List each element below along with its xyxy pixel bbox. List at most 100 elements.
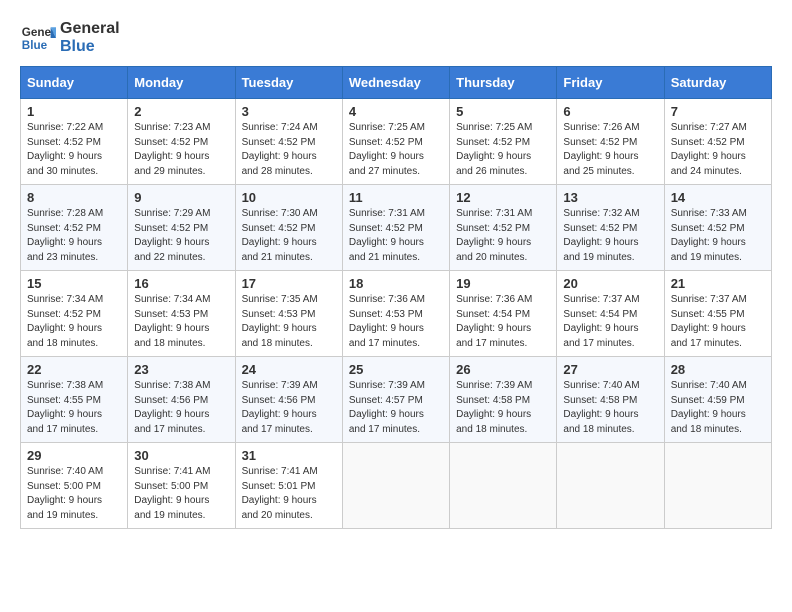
day-info: Sunrise: 7:39 AM Sunset: 4:57 PM Dayligh… bbox=[349, 379, 443, 437]
column-header-thursday: Thursday bbox=[450, 67, 557, 99]
day-number: 13 bbox=[563, 190, 657, 205]
calendar-cell: 13 Sunrise: 7:32 AM Sunset: 4:52 PM Dayl… bbox=[557, 185, 664, 271]
calendar-cell: 17 Sunrise: 7:35 AM Sunset: 4:53 PM Dayl… bbox=[235, 271, 342, 357]
sunset-label: Sunset: 4:53 PM bbox=[349, 309, 423, 320]
sunset-label: Sunset: 4:52 PM bbox=[349, 137, 423, 148]
sunset-label: Sunset: 4:52 PM bbox=[349, 223, 423, 234]
day-info: Sunrise: 7:41 AM Sunset: 5:01 PM Dayligh… bbox=[242, 465, 336, 523]
calendar-cell: 4 Sunrise: 7:25 AM Sunset: 4:52 PM Dayli… bbox=[342, 99, 449, 185]
calendar-cell: 7 Sunrise: 7:27 AM Sunset: 4:52 PM Dayli… bbox=[664, 99, 771, 185]
sunset-label: Sunset: 4:53 PM bbox=[242, 309, 316, 320]
day-number: 3 bbox=[242, 104, 336, 119]
sunset-label: Sunset: 4:54 PM bbox=[456, 309, 530, 320]
day-number: 24 bbox=[242, 362, 336, 377]
column-header-sunday: Sunday bbox=[21, 67, 128, 99]
daylight-label: Daylight: 9 hours and 17 minutes. bbox=[242, 409, 317, 435]
sunset-label: Sunset: 5:01 PM bbox=[242, 481, 316, 492]
day-number: 11 bbox=[349, 190, 443, 205]
page-header: General Blue General Blue bbox=[20, 20, 772, 56]
day-info: Sunrise: 7:40 AM Sunset: 5:00 PM Dayligh… bbox=[27, 465, 121, 523]
day-number: 26 bbox=[456, 362, 550, 377]
day-number: 8 bbox=[27, 190, 121, 205]
sunrise-label: Sunrise: 7:28 AM bbox=[27, 208, 103, 219]
day-number: 5 bbox=[456, 104, 550, 119]
sunrise-label: Sunrise: 7:38 AM bbox=[27, 380, 103, 391]
day-info: Sunrise: 7:39 AM Sunset: 4:58 PM Dayligh… bbox=[456, 379, 550, 437]
sunset-label: Sunset: 4:52 PM bbox=[134, 223, 208, 234]
sunset-label: Sunset: 4:52 PM bbox=[563, 223, 637, 234]
day-info: Sunrise: 7:33 AM Sunset: 4:52 PM Dayligh… bbox=[671, 207, 765, 265]
sunset-label: Sunset: 4:52 PM bbox=[242, 223, 316, 234]
day-info: Sunrise: 7:26 AM Sunset: 4:52 PM Dayligh… bbox=[563, 121, 657, 179]
day-number: 15 bbox=[27, 276, 121, 291]
day-number: 20 bbox=[563, 276, 657, 291]
calendar-cell bbox=[557, 443, 664, 529]
day-number: 16 bbox=[134, 276, 228, 291]
daylight-label: Daylight: 9 hours and 19 minutes. bbox=[134, 495, 209, 521]
daylight-label: Daylight: 9 hours and 17 minutes. bbox=[563, 323, 638, 349]
sunset-label: Sunset: 4:59 PM bbox=[671, 395, 745, 406]
day-info: Sunrise: 7:36 AM Sunset: 4:54 PM Dayligh… bbox=[456, 293, 550, 351]
day-info: Sunrise: 7:28 AM Sunset: 4:52 PM Dayligh… bbox=[27, 207, 121, 265]
day-info: Sunrise: 7:34 AM Sunset: 4:52 PM Dayligh… bbox=[27, 293, 121, 351]
day-number: 18 bbox=[349, 276, 443, 291]
sunrise-label: Sunrise: 7:25 AM bbox=[349, 122, 425, 133]
day-info: Sunrise: 7:32 AM Sunset: 4:52 PM Dayligh… bbox=[563, 207, 657, 265]
calendar-cell: 27 Sunrise: 7:40 AM Sunset: 4:58 PM Dayl… bbox=[557, 357, 664, 443]
calendar-cell: 3 Sunrise: 7:24 AM Sunset: 4:52 PM Dayli… bbox=[235, 99, 342, 185]
daylight-label: Daylight: 9 hours and 18 minutes. bbox=[671, 409, 746, 435]
daylight-label: Daylight: 9 hours and 18 minutes. bbox=[134, 323, 209, 349]
calendar-cell: 25 Sunrise: 7:39 AM Sunset: 4:57 PM Dayl… bbox=[342, 357, 449, 443]
day-number: 28 bbox=[671, 362, 765, 377]
sunrise-label: Sunrise: 7:23 AM bbox=[134, 122, 210, 133]
day-number: 4 bbox=[349, 104, 443, 119]
sunrise-label: Sunrise: 7:22 AM bbox=[27, 122, 103, 133]
calendar-cell: 16 Sunrise: 7:34 AM Sunset: 4:53 PM Dayl… bbox=[128, 271, 235, 357]
calendar-week-4: 22 Sunrise: 7:38 AM Sunset: 4:55 PM Dayl… bbox=[21, 357, 772, 443]
calendar-cell: 30 Sunrise: 7:41 AM Sunset: 5:00 PM Dayl… bbox=[128, 443, 235, 529]
day-number: 31 bbox=[242, 448, 336, 463]
day-number: 17 bbox=[242, 276, 336, 291]
sunrise-label: Sunrise: 7:35 AM bbox=[242, 294, 318, 305]
day-number: 27 bbox=[563, 362, 657, 377]
sunrise-label: Sunrise: 7:30 AM bbox=[242, 208, 318, 219]
day-info: Sunrise: 7:38 AM Sunset: 4:56 PM Dayligh… bbox=[134, 379, 228, 437]
daylight-label: Daylight: 9 hours and 19 minutes. bbox=[671, 237, 746, 263]
sunset-label: Sunset: 4:55 PM bbox=[671, 309, 745, 320]
day-number: 21 bbox=[671, 276, 765, 291]
logo-icon: General Blue bbox=[20, 20, 56, 56]
logo-blue: Blue bbox=[60, 38, 120, 56]
sunrise-label: Sunrise: 7:39 AM bbox=[242, 380, 318, 391]
column-header-friday: Friday bbox=[557, 67, 664, 99]
sunrise-label: Sunrise: 7:37 AM bbox=[671, 294, 747, 305]
calendar-cell: 19 Sunrise: 7:36 AM Sunset: 4:54 PM Dayl… bbox=[450, 271, 557, 357]
sunset-label: Sunset: 4:56 PM bbox=[134, 395, 208, 406]
day-number: 2 bbox=[134, 104, 228, 119]
day-number: 6 bbox=[563, 104, 657, 119]
calendar-cell: 21 Sunrise: 7:37 AM Sunset: 4:55 PM Dayl… bbox=[664, 271, 771, 357]
day-number: 9 bbox=[134, 190, 228, 205]
sunrise-label: Sunrise: 7:41 AM bbox=[242, 466, 318, 477]
sunrise-label: Sunrise: 7:38 AM bbox=[134, 380, 210, 391]
daylight-label: Daylight: 9 hours and 21 minutes. bbox=[242, 237, 317, 263]
calendar-cell: 6 Sunrise: 7:26 AM Sunset: 4:52 PM Dayli… bbox=[557, 99, 664, 185]
daylight-label: Daylight: 9 hours and 27 minutes. bbox=[349, 151, 424, 177]
daylight-label: Daylight: 9 hours and 18 minutes. bbox=[27, 323, 102, 349]
sunset-label: Sunset: 4:52 PM bbox=[456, 137, 530, 148]
calendar-header: SundayMondayTuesdayWednesdayThursdayFrid… bbox=[21, 67, 772, 99]
sunrise-label: Sunrise: 7:39 AM bbox=[456, 380, 532, 391]
calendar-cell: 20 Sunrise: 7:37 AM Sunset: 4:54 PM Dayl… bbox=[557, 271, 664, 357]
day-info: Sunrise: 7:41 AM Sunset: 5:00 PM Dayligh… bbox=[134, 465, 228, 523]
calendar-cell: 5 Sunrise: 7:25 AM Sunset: 4:52 PM Dayli… bbox=[450, 99, 557, 185]
day-info: Sunrise: 7:22 AM Sunset: 4:52 PM Dayligh… bbox=[27, 121, 121, 179]
day-number: 14 bbox=[671, 190, 765, 205]
calendar-cell: 23 Sunrise: 7:38 AM Sunset: 4:56 PM Dayl… bbox=[128, 357, 235, 443]
calendar-cell: 2 Sunrise: 7:23 AM Sunset: 4:52 PM Dayli… bbox=[128, 99, 235, 185]
sunrise-label: Sunrise: 7:27 AM bbox=[671, 122, 747, 133]
sunrise-label: Sunrise: 7:37 AM bbox=[563, 294, 639, 305]
calendar-cell: 31 Sunrise: 7:41 AM Sunset: 5:01 PM Dayl… bbox=[235, 443, 342, 529]
sunset-label: Sunset: 4:54 PM bbox=[563, 309, 637, 320]
day-info: Sunrise: 7:23 AM Sunset: 4:52 PM Dayligh… bbox=[134, 121, 228, 179]
sunset-label: Sunset: 4:52 PM bbox=[134, 137, 208, 148]
day-info: Sunrise: 7:31 AM Sunset: 4:52 PM Dayligh… bbox=[456, 207, 550, 265]
